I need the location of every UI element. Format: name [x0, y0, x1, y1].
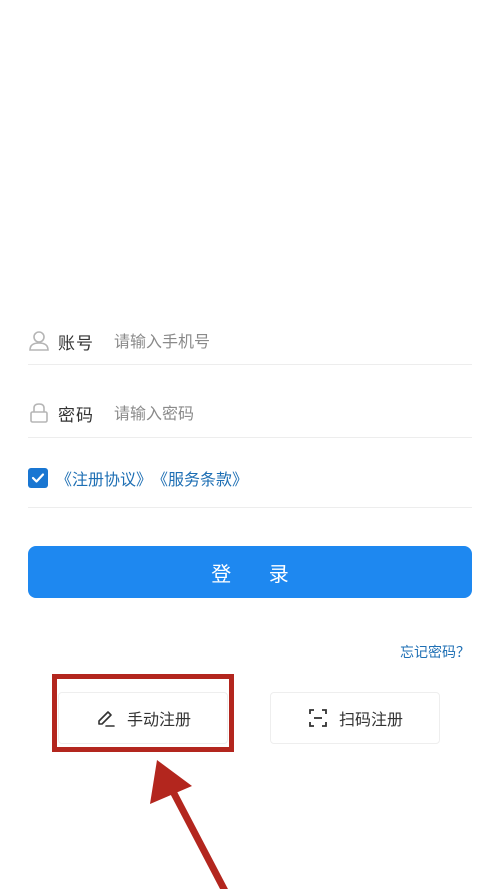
- account-row: 账号: [28, 318, 472, 364]
- scan-register-button[interactable]: 扫码注册: [270, 692, 440, 744]
- password-label: 密码: [58, 405, 94, 426]
- manual-register-button[interactable]: 手动注册: [58, 692, 228, 744]
- login-button[interactable]: 登 录: [28, 546, 472, 598]
- agreement-checkbox[interactable]: [28, 468, 48, 488]
- service-terms-link[interactable]: 《服务条款》: [152, 466, 248, 490]
- forgot-password-link[interactable]: 忘记密码？: [400, 642, 470, 662]
- check-icon: [31, 473, 45, 483]
- lock-icon: [28, 402, 50, 424]
- scan-icon: [307, 707, 329, 729]
- account-label: 账号: [58, 333, 94, 354]
- account-divider: [28, 364, 472, 365]
- register-agreement-link[interactable]: 《注册协议》: [56, 466, 152, 490]
- scan-register-label: 扫码注册: [338, 710, 403, 729]
- pencil-icon: [95, 707, 117, 729]
- login-page: 账号 密码 《注册协议》 《服务条款》 登 录 忘记密码？: [0, 0, 500, 889]
- annotation-arrow: [150, 760, 228, 889]
- password-input[interactable]: [114, 403, 472, 423]
- account-input[interactable]: [114, 331, 472, 351]
- manual-register-label: 手动注册: [126, 710, 191, 729]
- agreement-row: 《注册协议》 《服务条款》: [28, 466, 248, 490]
- agreement-divider: [28, 507, 472, 508]
- password-divider: [28, 437, 472, 438]
- user-icon: [28, 330, 50, 352]
- password-row: 密码: [28, 390, 472, 436]
